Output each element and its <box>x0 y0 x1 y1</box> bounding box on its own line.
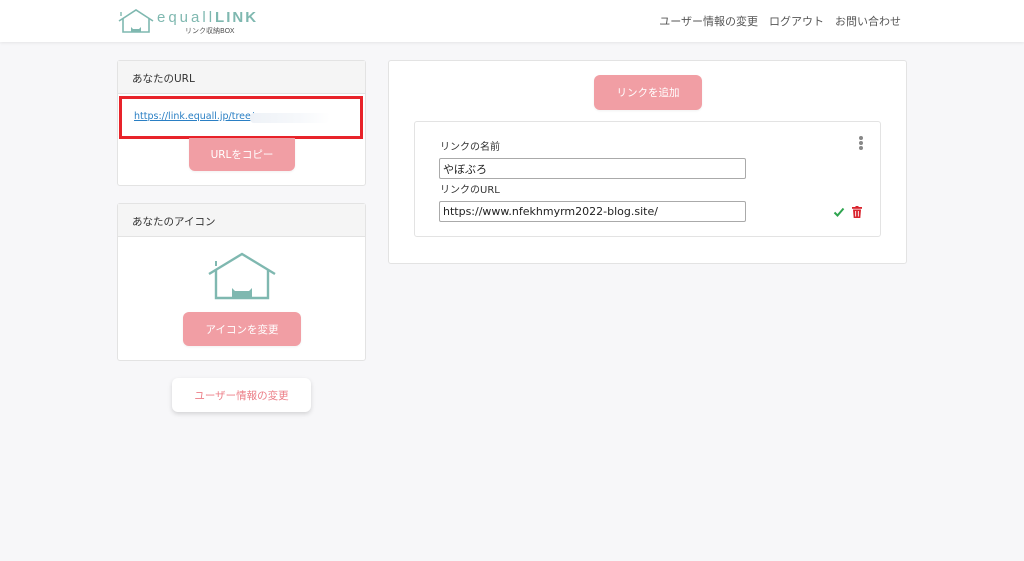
site-logo[interactable]: equallLINK リンク収納BOX <box>117 8 277 36</box>
top-header: equallLINK リンク収納BOX ユーザー情報の変更 ログアウト お問い合… <box>0 0 1024 42</box>
kebab-menu-icon[interactable] <box>858 136 864 152</box>
icon-card-title: あなたのアイコン <box>118 204 365 237</box>
nav-edit-profile[interactable]: ユーザー情報の変更 <box>659 13 758 29</box>
add-link-button[interactable]: リンクを追加 <box>594 75 702 110</box>
link-url-label: リンクのURL <box>440 185 500 196</box>
url-highlight-box: https://link.equall.jp/tree/ <box>119 96 363 139</box>
icon-card: あなたのアイコン アイコンを変更 <box>117 203 366 361</box>
logo-subtitle: リンク収納BOX <box>185 27 235 35</box>
link-name-input[interactable] <box>439 158 746 179</box>
nav-contact[interactable]: お問い合わせ <box>835 13 901 29</box>
link-url-input[interactable] <box>439 201 746 222</box>
redacted-url-part <box>250 113 330 123</box>
house-cat-avatar-icon <box>208 252 276 300</box>
check-icon[interactable] <box>833 206 845 218</box>
trash-icon[interactable] <box>852 206 862 218</box>
copy-url-button[interactable]: URLをコピー <box>189 138 295 171</box>
nav-logout[interactable]: ログアウト <box>769 13 824 29</box>
change-icon-button[interactable]: アイコンを変更 <box>183 312 301 346</box>
link-name-label: リンクの名前 <box>440 142 500 153</box>
header-nav: ユーザー情報の変更 ログアウト お問い合わせ <box>659 13 901 29</box>
tree-url-link[interactable]: https://link.equall.jp/tree/ <box>134 111 254 122</box>
url-card-title: あなたのURL <box>118 61 365 94</box>
link-item-card: リンクの名前 リンクのURL <box>414 121 881 237</box>
logo-text-main: equall <box>157 9 216 26</box>
logo-text-bold: LINK <box>215 9 259 26</box>
edit-profile-button[interactable]: ユーザー情報の変更 <box>172 378 311 412</box>
house-cat-logo-icon <box>118 9 154 33</box>
